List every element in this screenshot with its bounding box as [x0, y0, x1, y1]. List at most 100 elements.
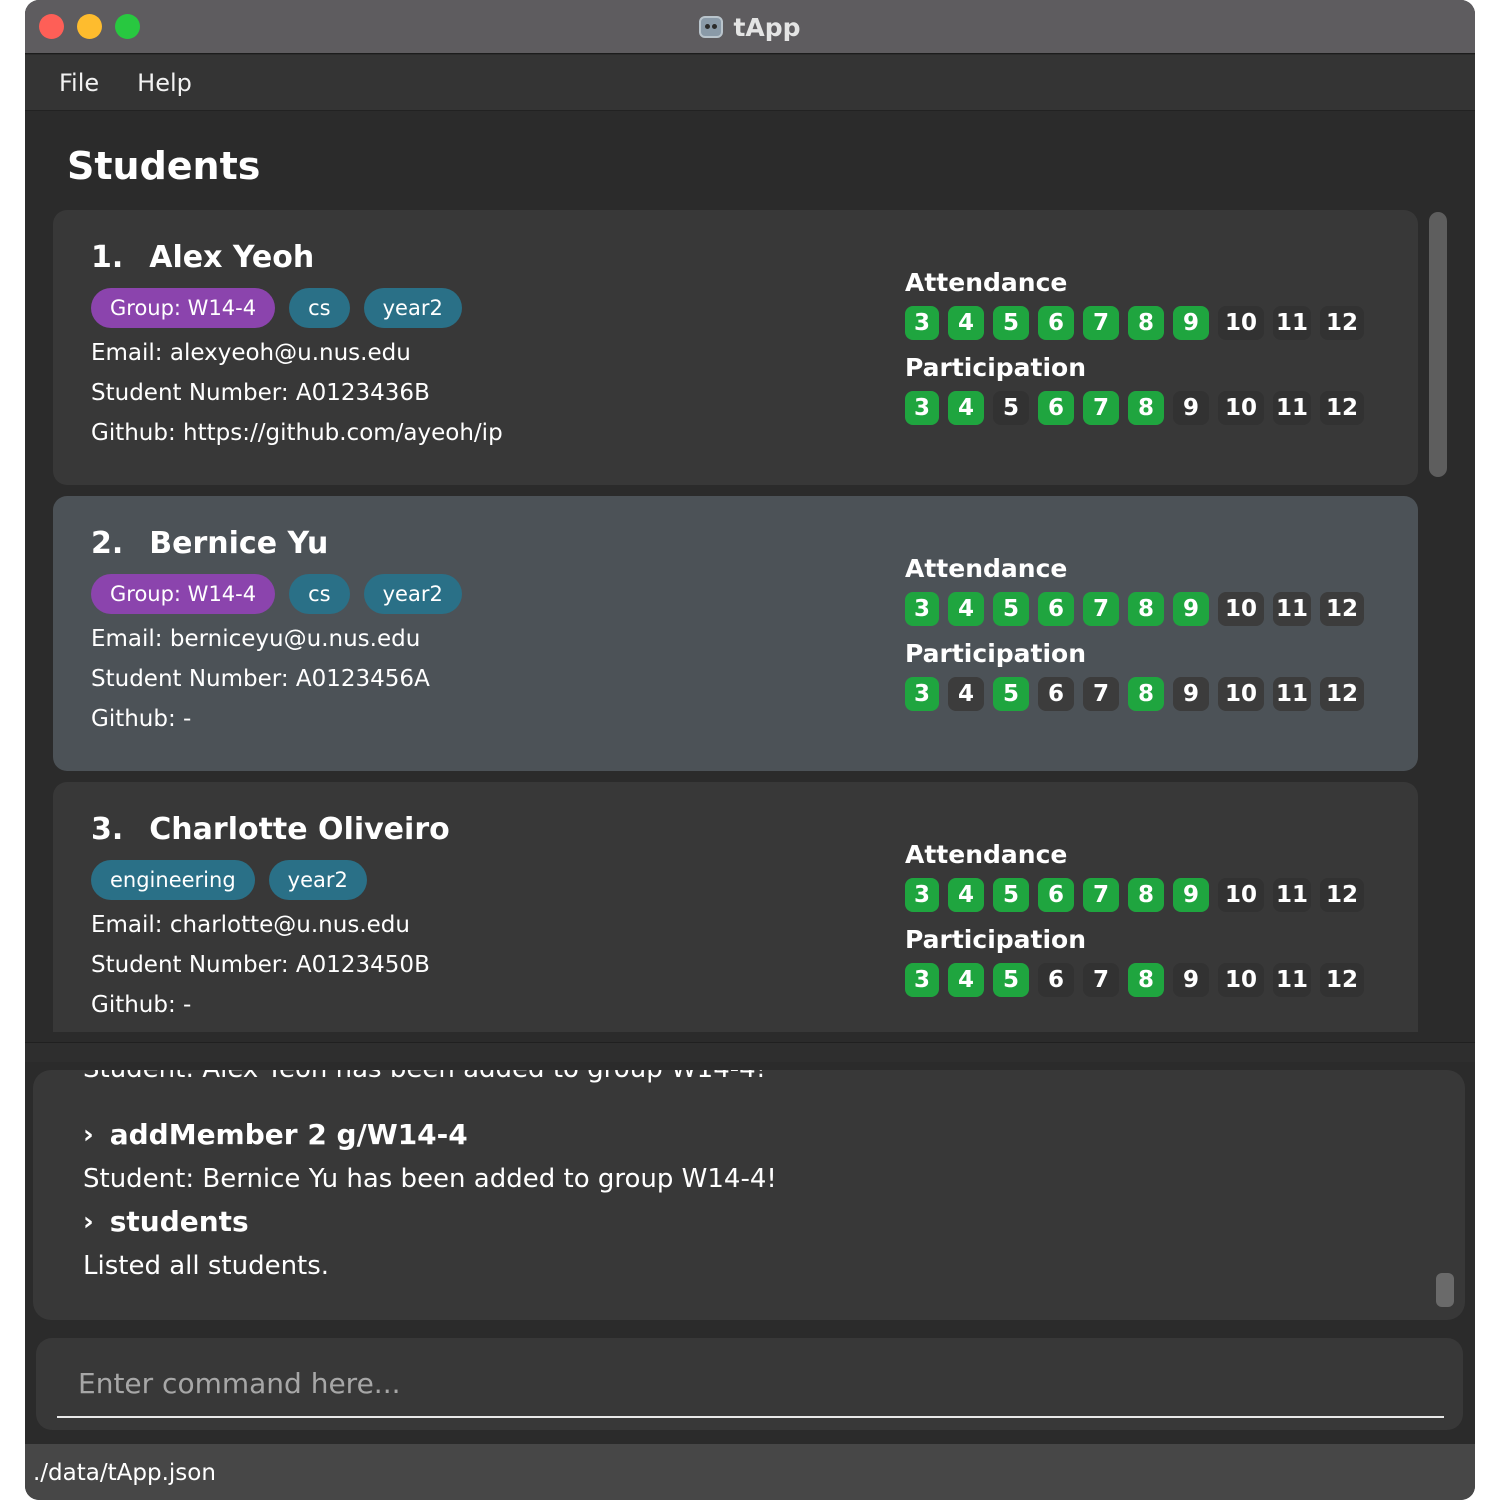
app-window: tApp File Help Students 1. Alex Yeoh Group… [25, 0, 1475, 1500]
week-badge: 10 [1218, 878, 1264, 912]
week-badge: 9 [1173, 592, 1209, 626]
week-badge: 12 [1320, 878, 1364, 912]
week-badge: 11 [1273, 963, 1311, 997]
student-email: Email: alexyeoh@u.nus.edu [91, 340, 411, 366]
week-badge: 3 [905, 677, 939, 711]
week-badge: 3 [905, 963, 939, 997]
student-list[interactable]: 1. Alex Yeoh Group: W14-4 cs year2 Email: ale… [53, 210, 1418, 1032]
week-badge: 12 [1320, 592, 1364, 626]
robot-app-icon [699, 16, 724, 38]
week-badge: 5 [993, 391, 1029, 425]
week-badge: 5 [993, 878, 1029, 912]
week-badge: 6 [1038, 963, 1074, 997]
attendance-tracker: Attendance 3 4 5 6 7 8 9 10 11 12 [905, 554, 1385, 626]
week-badge: 12 [1320, 306, 1364, 340]
participation-label: Participation [905, 925, 1087, 954]
student-name-row: 1. Alex Yeoh [91, 240, 314, 275]
week-badge: 4 [948, 391, 984, 425]
title-wrap: tApp [25, 0, 1475, 54]
participation-weeks: 3 4 5 6 7 8 9 10 11 12 [905, 391, 1385, 425]
command-text: addMember 2 g/W14-4 [109, 1118, 468, 1151]
week-badge: 10 [1218, 963, 1264, 997]
student-card[interactable]: 2. Bernice Yu Group: W14-4 cs year2 Email: be… [53, 496, 1418, 771]
student-name-row: 2. Bernice Yu [91, 526, 328, 561]
participation-tracker: Participation 3 4 5 6 7 8 9 10 11 12 [905, 353, 1385, 425]
command-output: Student: Bernice Yu has been added to gr… [83, 1164, 777, 1194]
student-card[interactable]: 3. Charlotte Oliveiro engineering year2 Emai… [53, 782, 1418, 1032]
tag-badge: engineering [91, 860, 255, 900]
week-badge: 8 [1128, 306, 1164, 340]
week-badge: 8 [1128, 677, 1164, 711]
student-email: Email: berniceyu@u.nus.edu [91, 626, 421, 652]
result-command-line: › addMember 2 g/W14-4 [83, 1118, 468, 1151]
student-card[interactable]: 1. Alex Yeoh Group: W14-4 cs year2 Email: ale… [53, 210, 1418, 485]
attendance-label: Attendance [905, 268, 1068, 297]
week-badge: 10 [1218, 306, 1264, 340]
student-name-row: 3. Charlotte Oliveiro [91, 812, 450, 847]
page-title: Students [67, 144, 261, 188]
student-list-panel: Students 1. Alex Yeoh Group: W14-4 cs year2 E… [25, 112, 1475, 1042]
week-badge: 9 [1173, 963, 1209, 997]
participation-label: Participation [905, 353, 1087, 382]
attendance-tracker: Attendance 3 4 5 6 7 8 9 10 11 12 [905, 840, 1385, 912]
week-badge: 3 [905, 878, 939, 912]
student-github: Github: - [91, 706, 192, 732]
week-badge: 3 [905, 306, 939, 340]
result-previous-line: Student: Alex Yeoh has been added to gro… [83, 1070, 766, 1084]
week-badge: 4 [948, 677, 984, 711]
week-badge: 11 [1273, 677, 1311, 711]
command-box [36, 1338, 1463, 1430]
week-badge: 6 [1038, 391, 1074, 425]
week-badge: 5 [993, 963, 1029, 997]
week-badge: 12 [1320, 677, 1364, 711]
student-index: 1. [91, 240, 124, 275]
week-badge: 10 [1218, 677, 1264, 711]
menu-help[interactable]: Help [118, 69, 211, 97]
student-index: 2. [91, 526, 124, 561]
window-title: tApp [733, 12, 801, 42]
week-badge: 7 [1083, 677, 1119, 711]
week-badge: 11 [1273, 878, 1311, 912]
title-bar: tApp [25, 0, 1475, 54]
student-email: Email: charlotte@u.nus.edu [91, 912, 410, 938]
week-badge: 5 [993, 306, 1029, 340]
tag-badge: year2 [268, 860, 367, 900]
participation-tracker: Participation 3 4 5 6 7 8 9 10 11 12 [905, 639, 1385, 711]
result-scrollbar[interactable] [1436, 1273, 1454, 1307]
week-badge: 12 [1320, 963, 1364, 997]
menu-file[interactable]: File [40, 69, 118, 97]
week-badge: 8 [1128, 878, 1164, 912]
student-index: 3. [91, 812, 124, 847]
attendance-weeks: 3 4 5 6 7 8 9 10 11 12 [905, 592, 1385, 626]
week-badge: 9 [1173, 391, 1209, 425]
student-student-number: Student Number: A0123450B [91, 952, 430, 978]
attendance-label: Attendance [905, 554, 1068, 583]
student-github: Github: - [91, 992, 192, 1018]
student-name: Bernice Yu [149, 526, 329, 561]
participation-tracker: Participation 3 4 5 6 7 8 9 10 11 12 [905, 925, 1385, 997]
participation-label: Participation [905, 639, 1087, 668]
week-badge: 8 [1128, 963, 1164, 997]
attendance-weeks: 3 4 5 6 7 8 9 10 11 12 [905, 878, 1385, 912]
week-badge: 9 [1173, 878, 1209, 912]
week-badge: 9 [1173, 677, 1209, 711]
participation-weeks: 3 4 5 6 7 8 9 10 11 12 [905, 963, 1385, 997]
tag-badge: cs [289, 288, 350, 328]
student-list-scrollbar[interactable] [1429, 212, 1447, 477]
command-input[interactable] [57, 1350, 1444, 1418]
result-command-line: › students [83, 1205, 249, 1238]
tag-badge: year2 [363, 574, 462, 614]
tag-badge: cs [289, 574, 350, 614]
tag-list: Group: W14-4 cs year2 [91, 574, 462, 614]
week-badge: 6 [1038, 878, 1074, 912]
result-display: Student: Alex Yeoh has been added to gro… [33, 1070, 1465, 1320]
attendance-label: Attendance [905, 840, 1068, 869]
command-text: students [109, 1205, 249, 1238]
split-divider[interactable] [25, 1042, 1475, 1062]
attendance-tracker: Attendance 3 4 5 6 7 8 9 10 11 12 [905, 268, 1385, 340]
student-github: Github: https://github.com/ayeoh/ip [91, 420, 503, 446]
week-badge: 9 [1173, 306, 1209, 340]
week-badge: 5 [993, 677, 1029, 711]
week-badge: 7 [1083, 592, 1119, 626]
student-name: Charlotte Oliveiro [149, 812, 450, 847]
